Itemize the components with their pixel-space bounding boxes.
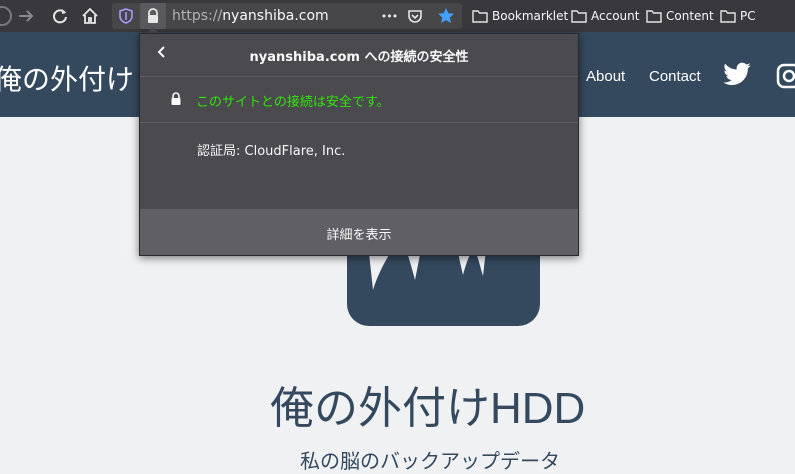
- panel-title: nyanshiba.com への接続の安全性: [249, 50, 469, 65]
- bookmark-item[interactable]: Content: [646, 0, 714, 32]
- nav-contact[interactable]: Contact: [649, 68, 701, 85]
- browser-toolbar: https://nyanshiba.com ••• Bookmarklet Ac…: [0, 0, 795, 32]
- divider: [140, 122, 578, 123]
- reload-icon[interactable]: [48, 0, 72, 32]
- forward-icon[interactable]: [14, 0, 38, 32]
- bookmark-label: Account: [591, 9, 640, 23]
- hero-subtitle: 私の脳のバックアップデータ: [300, 449, 560, 473]
- nav-about[interactable]: About: [586, 68, 625, 85]
- panel-header: nyanshiba.com への接続の安全性: [140, 34, 578, 76]
- bookmark-label: PC: [740, 9, 756, 23]
- folder-icon: [720, 10, 736, 23]
- pocket-icon[interactable]: [404, 3, 426, 29]
- folder-icon: [472, 10, 488, 23]
- bookmark-label: Bookmarklet: [492, 9, 569, 23]
- bookmark-item[interactable]: Account: [571, 0, 639, 32]
- tracking-shield-icon[interactable]: [116, 3, 136, 29]
- more-information-label: 詳細を表示: [326, 228, 392, 243]
- site-security-panel: nyanshiba.com への接続の安全性 このサイトとの接続は安全です。 認…: [139, 33, 579, 256]
- url-host: nyanshiba.com: [222, 8, 329, 24]
- hero-title: 俺の外付けHDD: [270, 384, 586, 433]
- certificate-issuer: 認証局: CloudFlare, Inc.: [197, 144, 346, 159]
- site-title[interactable]: 俺の外付け: [0, 58, 134, 98]
- bookmark-item[interactable]: PC: [720, 0, 756, 32]
- bookmark-label: Content: [666, 9, 714, 23]
- bookmark-item[interactable]: Bookmarklet: [472, 0, 568, 32]
- connection-status-row: このサイトとの接続は安全です。: [140, 77, 578, 121]
- more-information-button[interactable]: 詳細を表示: [140, 209, 578, 255]
- instagram-icon[interactable]: [776, 63, 795, 93]
- page-actions-button[interactable]: •••: [378, 3, 400, 29]
- folder-icon: [571, 10, 587, 23]
- lock-icon[interactable]: [140, 3, 166, 29]
- url-text[interactable]: https://nyanshiba.com: [172, 3, 329, 29]
- url-scheme: https://: [172, 8, 223, 24]
- twitter-icon[interactable]: [722, 62, 752, 92]
- lock-icon: [170, 91, 182, 110]
- bookmark-star-icon[interactable]: [434, 3, 458, 29]
- secure-connection-text: このサイトとの接続は安全です。: [196, 95, 390, 110]
- folder-icon: [646, 10, 662, 23]
- home-icon[interactable]: [78, 0, 102, 32]
- url-bar[interactable]: https://nyanshiba.com •••: [112, 3, 462, 29]
- back-icon[interactable]: [0, 0, 14, 32]
